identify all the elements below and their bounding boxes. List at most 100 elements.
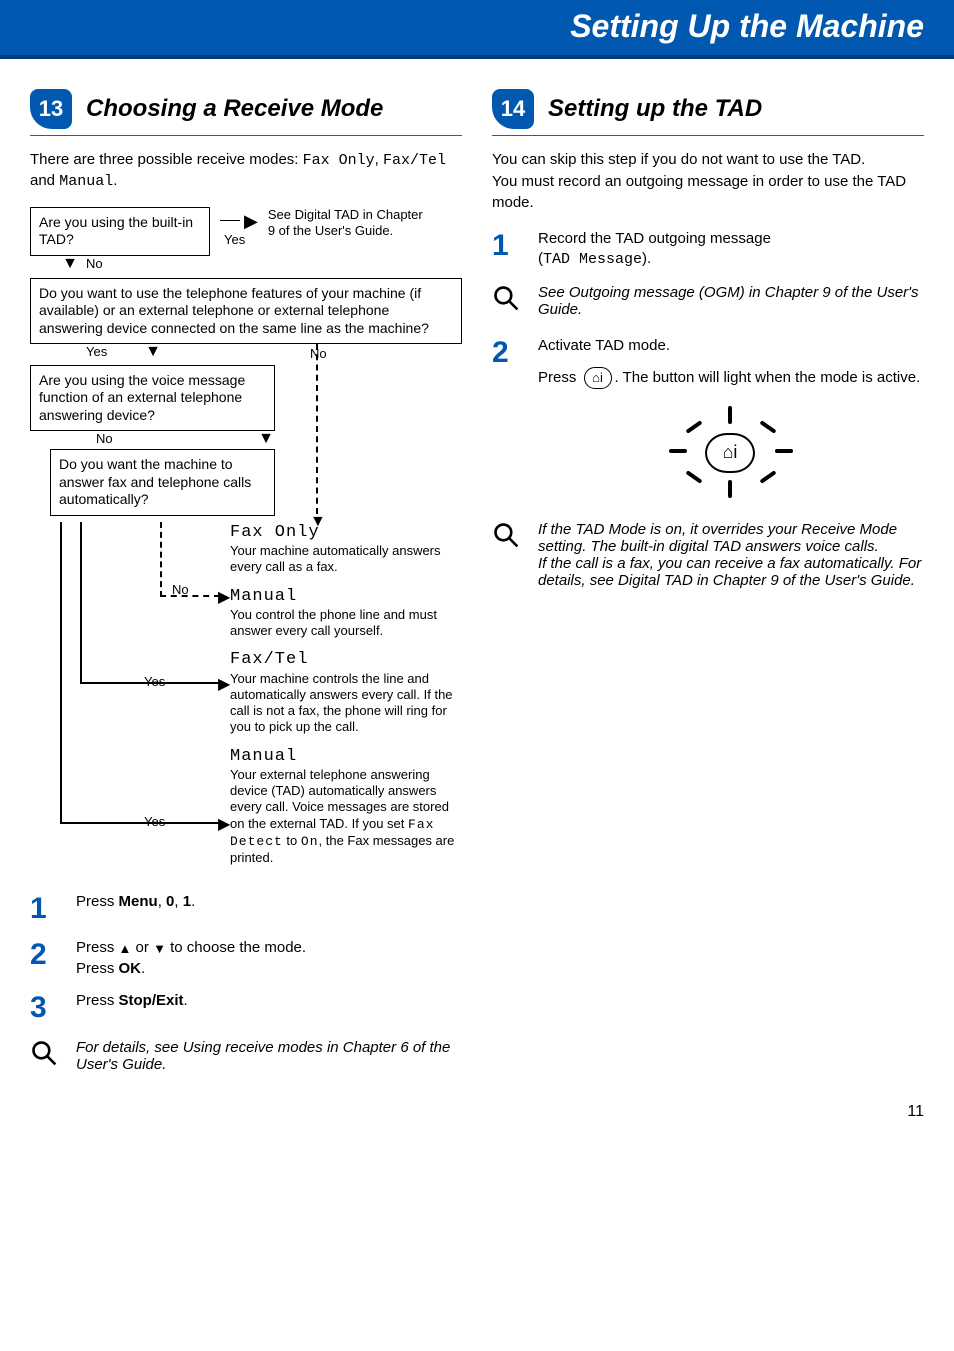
section-14-badge: 14 — [492, 89, 534, 129]
fc-box1-no-label: No — [82, 254, 462, 274]
steps-list: 1 Press Menu, 0, 1. 2 Press ▲ or ▼ to ch… — [30, 892, 462, 1025]
intro-text: There are three possible receive modes: — [30, 151, 303, 168]
fc-box3-no: No — [92, 429, 462, 449]
fc-box-auto-answer: Do you want the machine to answer fax an… — [50, 449, 275, 516]
intro-end: . — [113, 172, 117, 189]
key-1: 1 — [183, 893, 191, 910]
step-number: 1 — [492, 229, 524, 271]
text: Press — [76, 992, 119, 1009]
tad-symbol-large: ⌂i — [705, 433, 755, 473]
step-1: 1 Press Menu, 0, 1. — [30, 892, 462, 926]
text: . — [184, 992, 188, 1009]
right-arrow-icon: ▶ — [218, 815, 230, 835]
text: Record the TAD outgoing message — [538, 230, 771, 247]
code-tad-message: TAD Message — [543, 251, 642, 268]
result-manual-2: Manual Your external telephone answering… — [230, 746, 462, 867]
text: Press — [76, 939, 119, 956]
code: On — [301, 834, 319, 849]
right-arrow-icon: ▶ — [244, 212, 258, 230]
step-number: 2 — [492, 336, 524, 506]
key-stop-exit: Stop/Exit — [119, 992, 184, 1009]
text: Press — [76, 893, 119, 910]
key-menu: Menu — [119, 893, 158, 910]
tad-step-2: 2 Activate TAD mode. Press ⌂i. The butto… — [492, 336, 924, 506]
result-body: Your machine automatically answers every… — [230, 543, 462, 576]
step-number: 1 — [30, 892, 62, 926]
section-13-title: Choosing a Receive Mode — [86, 95, 383, 123]
header-title: Setting Up the Machine — [570, 8, 924, 44]
right-column: 14 Setting up the TAD You can skip this … — [492, 89, 924, 1073]
section-14-header: 14 Setting up the TAD — [492, 89, 924, 136]
result-body: Your external telephone answering device… — [230, 767, 462, 867]
mode-fax-only: Fax Only — [303, 152, 375, 169]
step-number: 2 — [30, 938, 62, 979]
text: . The button will light when the mode is… — [615, 368, 921, 385]
text: or — [131, 939, 153, 956]
intro-sep1: , — [375, 151, 383, 168]
note-text: If the TAD Mode is on, it overrides your… — [538, 521, 924, 589]
mode-fax-tel: Fax/Tel — [383, 152, 446, 169]
text: Press — [76, 960, 119, 977]
fc-box2-no: No — [306, 344, 462, 364]
result-title: Manual — [230, 746, 462, 767]
section-13-header: 13 Choosing a Receive Mode — [30, 89, 462, 136]
result-title: Fax Only — [230, 522, 462, 543]
result-manual-1: Manual You control the phone line and mu… — [230, 586, 462, 640]
up-triangle-icon: ▲ — [119, 942, 132, 955]
result-body: You control the phone line and must answ… — [230, 607, 462, 640]
down-arrow-icon: ▼ — [60, 256, 80, 272]
tad-step-1: 1 Record the TAD outgoing message (TAD M… — [492, 229, 924, 271]
text: ). — [642, 250, 651, 267]
magnifier-icon — [492, 521, 524, 589]
step-3: 3 Press Stop/Exit. — [30, 991, 462, 1025]
right-arrow-icon: ▶ — [218, 675, 230, 695]
fc-box-voice-message: Are you using the voice message function… — [30, 365, 275, 432]
section-14-title: Setting up the TAD — [548, 95, 762, 123]
intro-sep2: and — [30, 172, 59, 189]
tad-record-paragraph: You must record an outgoing message in o… — [492, 172, 924, 213]
tad-steps-list-2: 2 Activate TAD mode. Press ⌂i. The butto… — [492, 336, 924, 506]
receive-mode-intro: There are three possible receive modes: … — [30, 150, 462, 193]
key-ok: OK — [119, 960, 142, 977]
magnifier-icon — [492, 284, 524, 318]
step-number: 3 — [30, 991, 62, 1025]
text: to — [283, 833, 301, 848]
down-arrow-icon: ▼ — [310, 512, 326, 532]
tad-steps-list: 1 Record the TAD outgoing message (TAD M… — [492, 229, 924, 271]
mode-manual: Manual — [59, 173, 113, 190]
right-arrow-icon: ▶ — [218, 588, 230, 608]
text: . — [191, 893, 195, 910]
text: to choose the mode. — [166, 939, 306, 956]
text: , — [174, 893, 182, 910]
note-text: See Outgoing message (OGM) in Chapter 9 … — [538, 284, 924, 318]
tad-symbol: ⌂i — [584, 367, 612, 389]
note-ogm-reference: See Outgoing message (OGM) in Chapter 9 … — [492, 284, 924, 318]
note-text: For details, see Using receive modes in … — [76, 1039, 462, 1073]
step-2: 2 Press ▲ or ▼ to choose the mode. Press… — [30, 938, 462, 979]
text: Activate TAD mode. — [538, 336, 924, 356]
fc-box-builtin-tad: Are you using the built-in TAD? — [30, 207, 210, 256]
result-title: Fax/Tel — [230, 649, 462, 670]
result-title: Manual — [230, 586, 462, 607]
text: Press — [538, 368, 581, 385]
tad-skip-paragraph: You can skip this step if you do not wan… — [492, 150, 924, 170]
fc-box1-yes-label: Yes — [220, 230, 258, 250]
magnifier-icon — [30, 1039, 62, 1073]
fc-box1-yes-dest: See Digital TAD in Chapter 9 of the User… — [268, 207, 428, 256]
result-body: Your machine controls the line and autom… — [230, 671, 462, 736]
text: , — [158, 893, 166, 910]
tad-lit-button-graphic: ⌂i — [538, 407, 924, 497]
down-triangle-icon: ▼ — [153, 942, 166, 955]
text: . — [141, 960, 145, 977]
tad-button-icon: ⌂i — [581, 367, 615, 389]
note-receive-mode-details: For details, see Using receive modes in … — [30, 1039, 462, 1073]
left-column: 13 Choosing a Receive Mode There are thr… — [30, 89, 462, 1073]
result-fax-tel: Fax/Tel Your machine controls the line a… — [230, 649, 462, 735]
fc-box2-yes: Yes — [82, 342, 246, 362]
page-header: Setting Up the Machine — [0, 0, 954, 59]
section-13-badge: 13 — [30, 89, 72, 129]
page-number: 11 — [0, 1073, 954, 1141]
fc-box4-no: No — [168, 580, 193, 600]
fc-box-telephone-features: Do you want to use the telephone feature… — [30, 278, 462, 345]
result-fax-only: Fax Only Your machine automatically answ… — [230, 522, 462, 576]
